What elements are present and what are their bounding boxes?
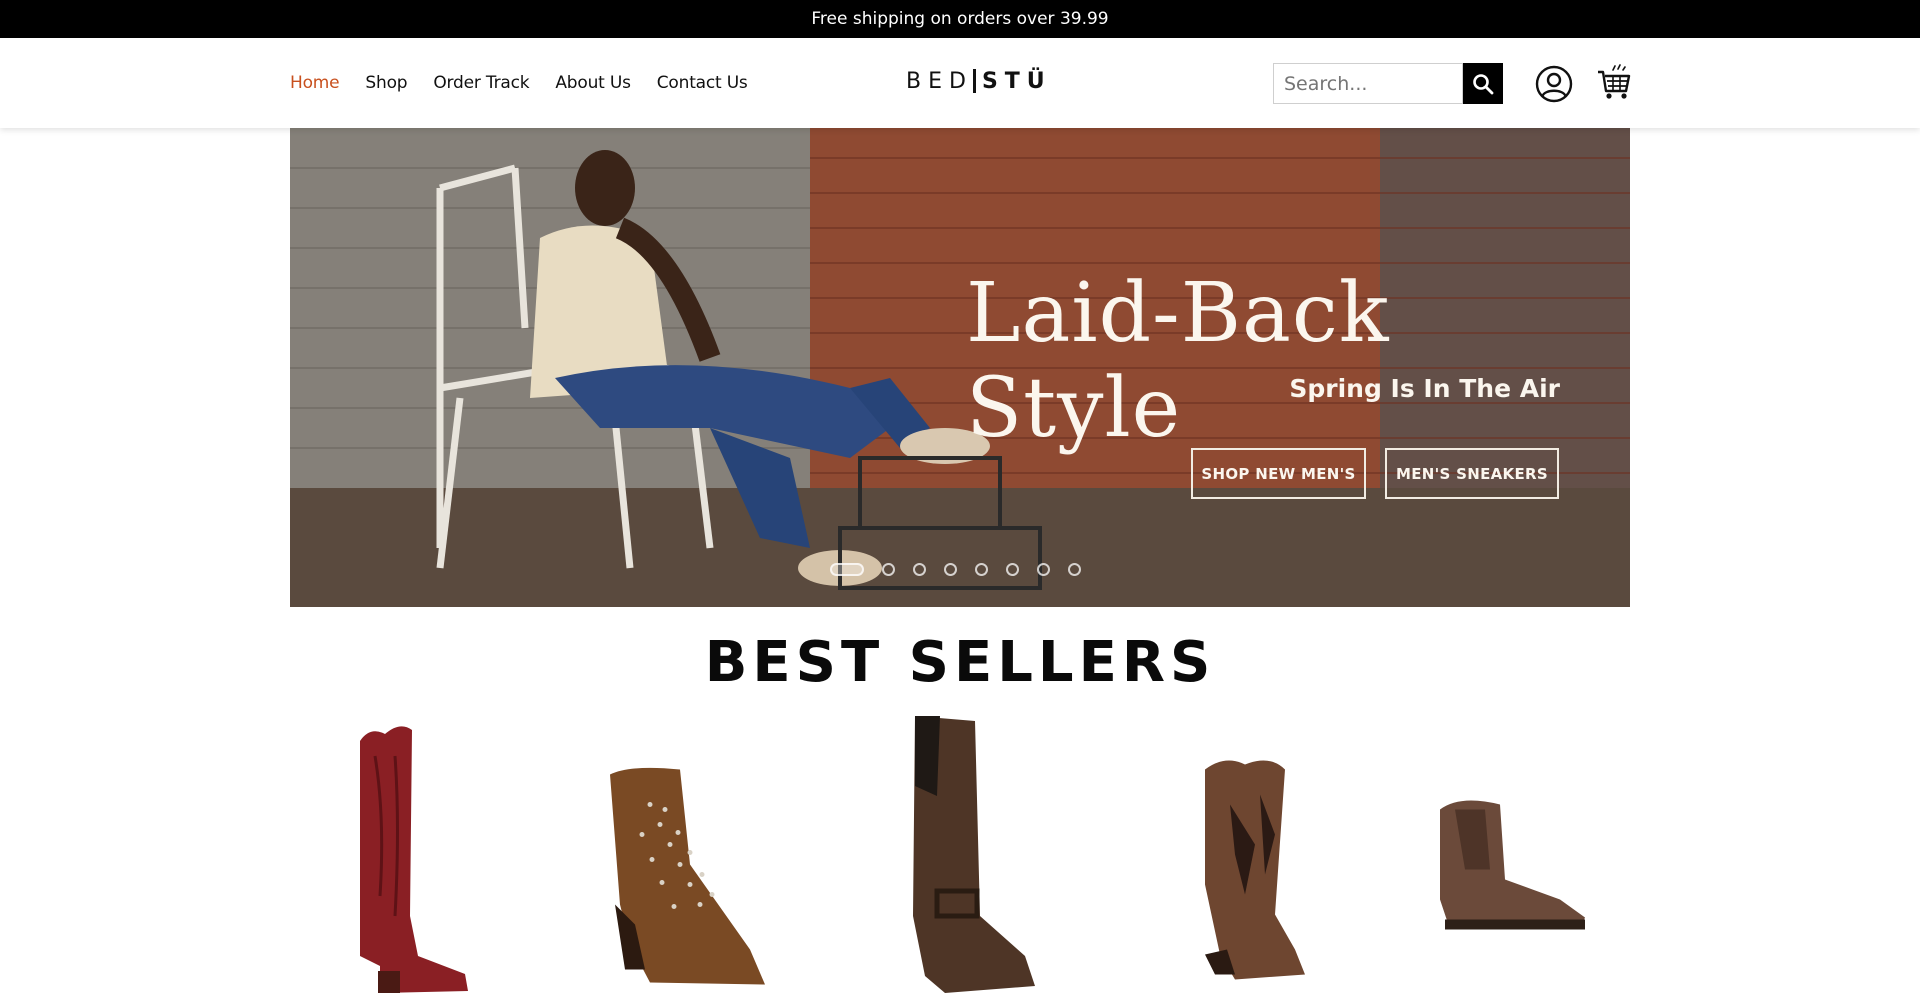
carousel-dot[interactable] [975,563,988,576]
shop-new-mens-button[interactable]: SHOP NEW MEN'S [1191,448,1366,499]
shopping-cart-icon[interactable] [1596,64,1632,102]
carousel-dot[interactable] [830,563,864,576]
logo-divider [972,69,976,93]
product-tall-western-boot[interactable] [340,716,490,993]
logo-text-left: BED [906,68,973,94]
search-button[interactable] [1463,63,1503,104]
product-chelsea-boot[interactable] [1410,716,1590,993]
hero-title: Laid-Back Style [966,266,1390,456]
brand-logo[interactable]: BED STÜ [906,64,1052,98]
nav-order-track[interactable]: Order Track [433,73,529,93]
best-sellers-title: BEST SELLERS [704,630,1216,695]
user-circle-icon[interactable] [1535,65,1573,103]
main-nav: Home Shop Order Track About Us Contact U… [290,38,748,128]
carousel-dot[interactable] [1037,563,1050,576]
nav-shop[interactable]: Shop [365,73,407,93]
product-tall-riding-boot[interactable] [865,716,1045,993]
nav-about-us[interactable]: About Us [555,73,631,93]
carousel-dot[interactable] [882,563,895,576]
announcement-bar: Free shipping on orders over 39.99 [0,0,1920,38]
best-sellers-grid [290,716,1630,993]
nav-home[interactable]: Home [290,73,340,93]
hero-banner[interactable]: Laid-Back Style Spring Is In The Air SHO… [290,128,1630,607]
search-input[interactable] [1273,63,1463,104]
carousel-dot[interactable] [944,563,957,576]
carousel-dot[interactable] [1006,563,1019,576]
logo-text-right: STÜ [981,68,1052,94]
announcement-text: Free shipping on orders over 39.99 [811,9,1109,29]
site-header: Home Shop Order Track About Us Contact U… [0,38,1920,128]
mens-sneakers-button[interactable]: MEN'S SNEAKERS [1385,448,1559,499]
carousel-dots [830,563,1081,576]
product-western-boot[interactable] [1145,716,1315,993]
product-studded-ankle-boot[interactable] [590,716,770,993]
hero-subtitle: Spring Is In The Air [1289,374,1560,403]
search-icon [1473,73,1494,94]
carousel-dot[interactable] [913,563,926,576]
carousel-dot[interactable] [1068,563,1081,576]
nav-contact-us[interactable]: Contact Us [657,73,748,93]
